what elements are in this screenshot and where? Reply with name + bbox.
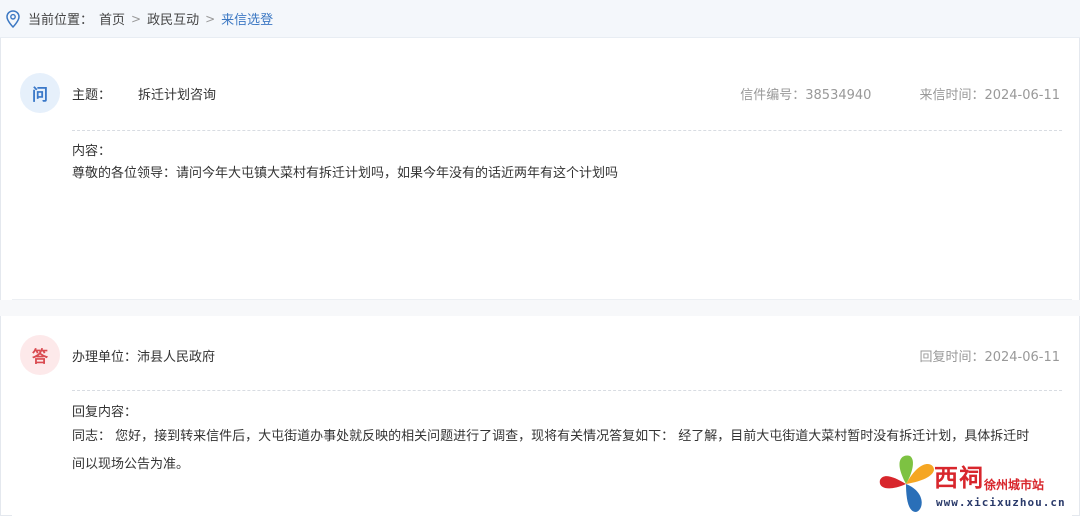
question-header: 主题： 拆迁计划咨询 信件编号：38534940 来信时间：2024-06-11 [72,73,1060,113]
subject-label: 主题： [72,87,112,103]
watermark-sub: 徐州城市站 [984,478,1045,492]
section-gap [0,300,1080,316]
breadcrumb-separator: > [131,11,142,26]
breadcrumb-interaction-link[interactable]: 政民互动 [147,9,199,28]
answer-meta: 回复时间：2024-06-11 [919,346,1060,365]
handling-unit: 办理单位：沛县人民政府 [72,349,216,365]
subject-value: 拆迁计划咨询 [138,87,217,103]
pinwheel-logo-icon [879,455,934,512]
location-pin-icon [6,9,20,28]
letter-date: 来信时间：2024-06-11 [919,87,1060,103]
question-badge: 问 [20,73,60,113]
question-content: 尊敬的各位领导：请问今年大屯镇大菜村有拆迁计划吗，如果今年没有的话近两年有这个计… [72,166,619,181]
answer-badge: 答 [20,335,60,375]
divider [72,130,1062,131]
question-card: 问 主题： 拆迁计划咨询 信件编号：38534940 来信时间：2024-06-… [12,54,1072,300]
reply-line: 同志： 您好，接到转来信件后，大屯街道办事处就反映的相关问题进行了调查，现将有关… [72,429,1030,444]
breadcrumb-separator: > [205,11,216,26]
reply-date: 回复时间：2024-06-11 [919,349,1060,365]
reply-content-label: 回复内容： [72,405,138,420]
divider [72,390,1062,391]
watermark-brand: 西祠 [934,463,984,492]
breadcrumb-current: 来信选登 [221,13,274,28]
breadcrumb-home-link[interactable]: 首页 [99,9,125,28]
breadcrumb-prefix: 当前位置： [28,13,94,28]
content-label: 内容： [72,144,112,159]
watermark-url: www.xicixuzhou.cn [936,496,1066,509]
letter-number: 信件编号：38534940 [740,87,872,103]
breadcrumb: 当前位置： 首页 > 政民互动 > 来信选登 [0,0,1080,38]
watermark-logo: 西祠 徐州城市站 www.xicixuzhou.cn [876,452,1080,516]
question-meta: 信件编号：38534940 来信时间：2024-06-11 [740,84,1060,103]
answer-header: 办理单位：沛县人民政府 回复时间：2024-06-11 [72,335,1060,375]
